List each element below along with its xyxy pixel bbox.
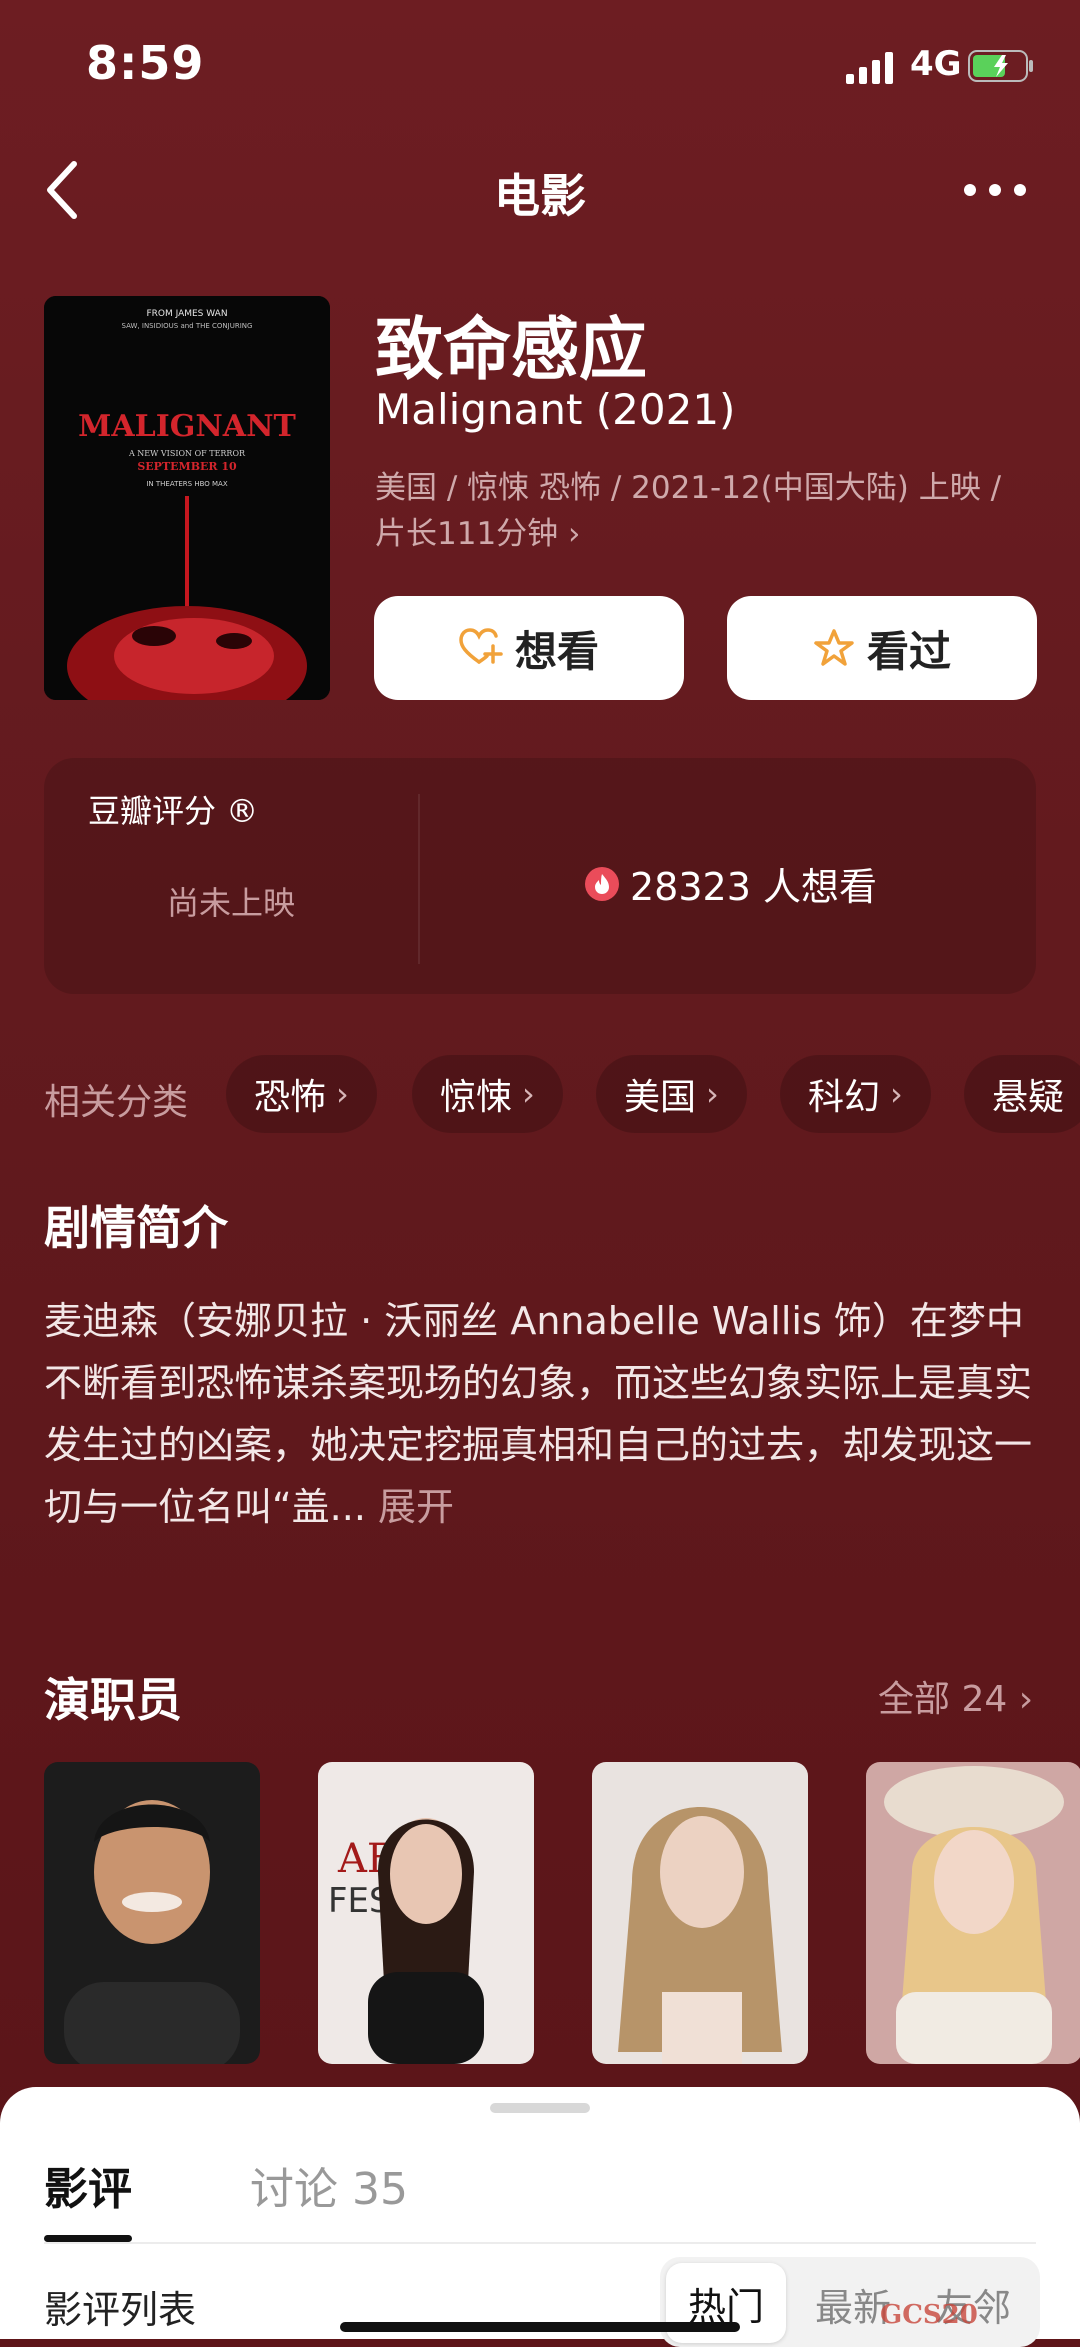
related-categories: 相关分类 恐怖 › 惊悚 › 美国 › 科幻 › 悬疑 xyxy=(44,1055,1080,1135)
person-photo: AFI FEST xyxy=(318,1762,534,2064)
tab-discussion[interactable]: 讨论 35 xyxy=(250,2153,408,2217)
star-icon xyxy=(814,629,854,666)
poster-release: IN THEATERS HBO MAX xyxy=(146,480,227,488)
douban-rating-label: 豆瓣评分 ® xyxy=(88,792,259,830)
category-chip[interactable]: 恐怖 › xyxy=(226,1055,377,1133)
flame-icon xyxy=(585,866,619,901)
category-chip[interactable]: 科幻 › xyxy=(780,1055,931,1133)
category-chip-label: 美国 xyxy=(624,1077,697,1118)
movie-title: 致命感应 xyxy=(375,311,648,390)
person-photo xyxy=(592,1762,808,2064)
heart-plus-icon xyxy=(459,628,503,664)
wish-count: 28323 人想看 xyxy=(584,856,877,911)
poster-credit: FROM JAMES WAN xyxy=(146,309,227,319)
poster-date: SEPTEMBER 10 xyxy=(137,460,237,473)
chevron-right-icon: › xyxy=(890,1075,903,1113)
watched-label: 看过 xyxy=(866,626,951,676)
rating-card: 豆瓣评分 ® 尚未上映 28323 人想看 xyxy=(44,758,1036,994)
chevron-right-icon: › xyxy=(336,1075,349,1113)
person-photo xyxy=(866,1762,1080,2064)
category-chip-label: 悬疑 xyxy=(992,1077,1065,1118)
chevron-right-icon: › xyxy=(706,1075,719,1113)
poster-tagline: A NEW VISION OF TERROR xyxy=(128,449,246,458)
status-time: 8:59 xyxy=(86,36,205,90)
category-chip[interactable]: 美国 › xyxy=(596,1055,747,1133)
category-chip-label: 科幻 xyxy=(808,1077,881,1118)
synopsis-title: 剧情简介 xyxy=(44,1201,228,1255)
synopsis-text[interactable]: 麦迪森（安娜贝拉 · 沃丽丝 Annabelle Wallis 饰）在梦中不断看… xyxy=(44,1290,1044,1538)
review-list-label: 影评列表 xyxy=(44,2288,197,2332)
rating-divider xyxy=(418,794,420,964)
home-indicator[interactable] xyxy=(340,2322,740,2332)
status-bar: 8:59 4G xyxy=(0,0,1080,120)
sheet-drag-handle[interactable] xyxy=(490,2103,590,2113)
poster-title: MALIGNANT xyxy=(78,409,296,444)
movie-poster[interactable]: FROM JAMES WAN SAW, INSIDIOUS and THE CO… xyxy=(44,296,330,700)
cast-title: 演职员 xyxy=(44,1673,182,1727)
cast-photo[interactable]: AFI FEST xyxy=(318,1762,534,2064)
cast-photo[interactable] xyxy=(44,1762,260,2064)
more-icon[interactable] xyxy=(960,170,1030,210)
sheet-divider xyxy=(44,2242,1036,2244)
movie-meta-line1: 美国 / 惊悚 恐怖 / 2021-12(中国大陆) 上映 / xyxy=(375,470,1002,506)
poster-art: FROM JAMES WAN SAW, INSIDIOUS and THE CO… xyxy=(44,296,330,700)
movie-meta-line2: 片长111分钟 › xyxy=(375,516,581,552)
category-chip-label: 恐怖 xyxy=(254,1077,327,1118)
expand-link[interactable]: 展开 xyxy=(378,1485,454,1529)
categories-label: 相关分类 xyxy=(44,1082,189,1123)
want-to-watch-label: 想看 xyxy=(514,626,599,676)
wish-count-text: 28323 人想看 xyxy=(630,865,877,909)
battery-icon xyxy=(968,50,1033,82)
category-chip[interactable]: 惊悚 › xyxy=(412,1055,563,1133)
signal-icon xyxy=(846,52,893,84)
cast-photo[interactable] xyxy=(866,1762,1080,2064)
movie-original-title: Malignant (2021) xyxy=(375,385,736,434)
cast-all-link[interactable]: 全部 24 › xyxy=(878,1670,1033,1722)
rating-status: 尚未上映 xyxy=(166,884,295,922)
person-photo xyxy=(44,1762,260,2064)
category-chip-label: 惊悚 xyxy=(440,1077,513,1118)
cast-photo[interactable] xyxy=(592,1762,808,2064)
watermark: GCS20 xyxy=(880,2300,978,2330)
chevron-right-icon: › xyxy=(522,1075,535,1113)
network-type: 4G xyxy=(910,44,962,84)
tab-reviews[interactable]: 影评 xyxy=(44,2153,132,2217)
synopsis-body: 麦迪森（安娜贝拉 · 沃丽丝 Annabelle Wallis 饰）在梦中不断看… xyxy=(44,1299,1033,1529)
want-to-watch-button[interactable]: 想看 xyxy=(374,596,684,700)
tab-indicator xyxy=(44,2235,132,2242)
movie-meta[interactable]: 美国 / 惊悚 恐怖 / 2021-12(中国大陆) 上映 / 片长111分钟 … xyxy=(375,465,1015,557)
poster-small-line: SAW, INSIDIOUS and THE CONJURING xyxy=(122,322,253,330)
watched-button[interactable]: 看过 xyxy=(727,596,1037,700)
page-title: 电影 xyxy=(494,169,586,223)
category-chip[interactable]: 悬疑 xyxy=(964,1055,1080,1133)
